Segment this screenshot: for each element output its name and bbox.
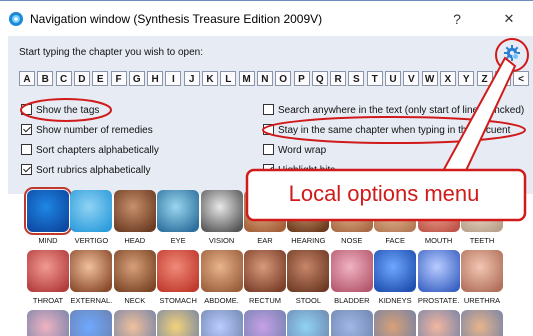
chapter-thumbnail: [287, 250, 330, 292]
chapter-thumbnail: [244, 310, 286, 336]
navigation-window: Navigation window (Synthesis Treasure Ed…: [0, 0, 533, 336]
callout-label: Local options menu: [288, 181, 480, 206]
option-options_right-3[interactable]: Highlight hits: [263, 164, 335, 178]
chapter-thumbnail: [27, 310, 69, 336]
letter-button[interactable]: Y: [458, 71, 475, 86]
option-label-tail: cked): [499, 105, 525, 116]
chapter-thumbnail: [113, 190, 156, 232]
letter-button[interactable]: N: [256, 71, 273, 86]
chapter-thumbnail: [113, 310, 156, 336]
letter-button[interactable]: M: [238, 71, 255, 86]
chapter-thumbnail: [417, 310, 460, 336]
app-icon: [9, 12, 23, 26]
option-options_right-2[interactable]: Word wrap: [263, 144, 326, 158]
title-bar: Navigation window (Synthesis Treasure Ed…: [0, 0, 533, 37]
letter-button[interactable]: E: [92, 71, 109, 86]
chapter-thumbnail: [113, 250, 156, 292]
letter-button[interactable]: O: [275, 71, 292, 86]
chapter-label: TEETH: [469, 236, 495, 245]
letter-button[interactable]: R: [330, 71, 347, 86]
chapter-thumbnail: [200, 250, 243, 292]
letter-button[interactable]: V: [403, 71, 420, 86]
chapter-thumbnail: [24, 187, 72, 235]
option-label: Search anywhere in the text (only start …: [278, 105, 500, 116]
letter-button[interactable]: F: [110, 71, 127, 86]
chapter-thumbnail: [461, 310, 503, 336]
checkbox[interactable]: [263, 164, 274, 175]
letter-button[interactable]: Q: [311, 71, 328, 86]
letter-button[interactable]: X: [439, 71, 456, 86]
checkbox[interactable]: [21, 144, 32, 155]
checkbox[interactable]: [263, 104, 274, 115]
letter-button[interactable]: P: [293, 71, 310, 86]
option-options_left-0[interactable]: Show the tags: [21, 104, 99, 118]
letter-button[interactable]: S: [348, 71, 365, 86]
letter-button[interactable]: D: [73, 71, 90, 86]
letter-button[interactable]: C: [55, 71, 72, 86]
chapter-thumbnail: [330, 310, 373, 336]
letter-button[interactable]: K: [202, 71, 218, 86]
help-button[interactable]: ?: [440, 7, 474, 31]
option-label: Word wrap: [278, 145, 327, 156]
letter-button[interactable]: W: [421, 71, 438, 86]
option-options_right-1[interactable]: Stay in the same chapter when typing in …: [263, 124, 510, 138]
chapter-thumbnail: [461, 250, 503, 292]
letter-button[interactable]: H: [147, 71, 164, 86]
letter-button[interactable]: T: [366, 71, 383, 86]
option-label: Show number of remedies: [36, 125, 153, 136]
close-button[interactable]: ✕: [492, 7, 526, 31]
chapter-prompt: Start typing the chapter you wish to ope…: [19, 47, 203, 58]
chapter-thumbnail: [200, 190, 243, 232]
chapter-label: URETHRA: [463, 296, 501, 305]
letter-button[interactable]: B: [37, 71, 54, 86]
option-label: Show the tags: [36, 105, 100, 116]
gear-icon[interactable]: [503, 44, 521, 62]
option-label: Sort chapters alphabetically: [36, 145, 159, 156]
chapter-thumbnail: [157, 190, 200, 232]
letter-button[interactable]: U: [385, 71, 401, 86]
chapter-thumbnail: [70, 250, 113, 292]
option-options_left-1[interactable]: Show number of remedies: [21, 124, 153, 138]
chapter-thumbnail: [374, 250, 417, 292]
letter-button[interactable]: ...: [494, 71, 511, 86]
chapter-thumbnail: [70, 190, 113, 232]
letter-button[interactable]: L: [220, 71, 237, 86]
option-options_right-0[interactable]: Search anywhere in the text (only start …: [263, 104, 524, 118]
chapter-thumbnail: [330, 250, 373, 292]
chapter-thumbnail: [157, 250, 200, 292]
checkbox[interactable]: [21, 164, 32, 175]
letter-button[interactable]: <: [513, 71, 530, 86]
option-options_left-2[interactable]: Sort chapters alphabetically: [21, 144, 159, 158]
letter-button[interactable]: G: [128, 71, 145, 86]
chapter-thumbnail: [287, 310, 330, 336]
chapter-thumbnail: [27, 250, 69, 292]
option-label: Sort rubrics alphabetically: [36, 165, 151, 176]
letter-button[interactable]: J: [183, 71, 200, 86]
chapter-thumbnail: [157, 310, 200, 336]
checkbox[interactable]: [21, 124, 32, 135]
option-label: Stay in the same chapter when typing in …: [278, 125, 497, 136]
option-options_left-3[interactable]: Sort rubrics alphabetically: [21, 164, 151, 178]
checkbox[interactable]: [263, 124, 274, 135]
letter-button[interactable]: A: [19, 71, 35, 86]
chapter-grid: MIND VERTIGO HEAD EYE VISION EAR HEARING NOSE FA…: [24, 186, 533, 336]
chapter-thumbnail: [374, 310, 417, 336]
option-label: Highlight hits: [278, 165, 336, 176]
checkbox[interactable]: [21, 104, 32, 115]
letter-button[interactable]: Z: [476, 71, 493, 86]
chapter-thumbnail: [417, 250, 460, 292]
chapter-thumbnail: [244, 250, 286, 292]
window-title: Navigation window (Synthesis Treasure Ed…: [30, 12, 323, 26]
chapter-thumbnail: [70, 310, 113, 336]
chapter-thumbnail: [200, 310, 243, 336]
letter-button[interactable]: I: [165, 71, 182, 86]
checkbox[interactable]: [263, 144, 274, 155]
option-label-tail: ent: [496, 125, 511, 136]
